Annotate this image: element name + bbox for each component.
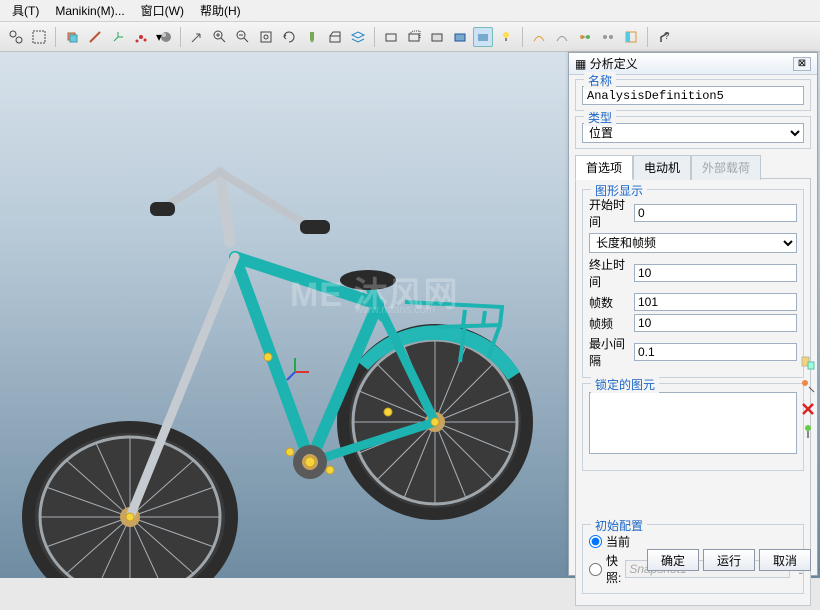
min-interval-input[interactable] <box>634 343 797 361</box>
joint1-icon[interactable] <box>575 27 595 47</box>
add-body-icon[interactable] <box>800 355 816 371</box>
remove-icon[interactable] <box>800 401 816 417</box>
zoomin-icon[interactable] <box>210 27 230 47</box>
radio-snapshot[interactable] <box>589 563 602 576</box>
marker-icon[interactable] <box>302 27 322 47</box>
bicycle-model <box>10 112 570 578</box>
rotate-icon[interactable] <box>279 27 299 47</box>
start-time-input[interactable] <box>634 204 797 222</box>
end-time-label: 终止时间 <box>589 256 630 290</box>
axis-icon[interactable] <box>85 27 105 47</box>
menu-window[interactable]: 窗口(W) <box>133 0 192 21</box>
graphic-display-label: 图形显示 <box>591 182 647 199</box>
enable-icon[interactable] <box>800 424 816 440</box>
csys-icon[interactable] <box>108 27 128 47</box>
radio-snapshot-label: 快照: <box>606 552 621 586</box>
panel-icon: ▦ <box>575 57 586 71</box>
radio-current-label: 当前 <box>606 533 630 550</box>
ok-button[interactable]: 确定 <box>647 549 699 571</box>
tab-external-load: 外部载荷 <box>691 155 761 180</box>
start-time-label: 开始时间 <box>589 196 630 230</box>
planes-icon[interactable] <box>62 27 82 47</box>
bulb-icon[interactable] <box>496 27 516 47</box>
stroke1-icon[interactable] <box>529 27 549 47</box>
hidden-icon[interactable] <box>404 27 424 47</box>
shaded-icon[interactable] <box>450 27 470 47</box>
menu-tools[interactable]: 具(T) <box>4 0 47 21</box>
fps-label: 帧频 <box>589 315 630 332</box>
select-icon[interactable] <box>29 27 49 47</box>
fit-icon[interactable] <box>256 27 276 47</box>
toolbar: ▾ ? <box>0 22 820 52</box>
toolopt-icon[interactable] <box>621 27 641 47</box>
analysis-definition-panel: ▦ 分析定义 ⊠ 名称 类型 位置 首选项 电动机 外部载荷 图形显示 开始时间 <box>568 52 818 576</box>
find-icon[interactable] <box>6 27 26 47</box>
frames-input[interactable] <box>634 293 797 311</box>
run-button[interactable]: 运行 <box>703 549 755 571</box>
shadededge-icon[interactable] <box>473 27 493 47</box>
sphere-icon[interactable]: ▾ <box>154 27 174 47</box>
min-interval-label: 最小间隔 <box>589 335 630 369</box>
panel-title-text: 分析定义 <box>590 55 638 72</box>
length-fps-select[interactable]: 长度和帧频 <box>589 233 797 253</box>
radio-current[interactable] <box>589 535 602 548</box>
panel-close-button[interactable]: ⊠ <box>793 57 811 71</box>
menu-help[interactable]: 帮助(H) <box>192 0 249 21</box>
svg-text:?: ? <box>664 31 670 42</box>
arrow-icon[interactable] <box>187 27 207 47</box>
point-icon[interactable] <box>131 27 151 47</box>
fps-input[interactable] <box>634 314 797 332</box>
menu-manikin[interactable]: Manikin(M)... <box>47 2 132 20</box>
zoomout-icon[interactable] <box>233 27 253 47</box>
name-group-label: 名称 <box>584 72 616 89</box>
initial-config-label: 初始配置 <box>591 517 647 534</box>
layers-icon[interactable] <box>348 27 368 47</box>
type-group-label: 类型 <box>584 109 616 126</box>
analysis-type-select[interactable]: 位置 <box>582 123 804 143</box>
locked-elements-toolbar <box>797 355 819 440</box>
joint2-icon[interactable] <box>598 27 618 47</box>
cancel-button[interactable]: 取消 <box>759 549 811 571</box>
add-point-icon[interactable] <box>800 378 816 394</box>
tab-preferences[interactable]: 首选项 <box>575 155 633 180</box>
frames-label: 帧数 <box>589 294 630 311</box>
tab-bar: 首选项 电动机 外部载荷 <box>575 154 811 179</box>
orient-icon[interactable] <box>325 27 345 47</box>
nohidden-icon[interactable] <box>427 27 447 47</box>
menu-bar: 具(T) Manikin(M)... 窗口(W) 帮助(H) <box>0 0 820 22</box>
stroke2-icon[interactable] <box>552 27 572 47</box>
wireframe-icon[interactable] <box>381 27 401 47</box>
locked-elements-list[interactable] <box>589 392 797 454</box>
help-icon[interactable]: ? <box>654 27 674 47</box>
locked-elements-label: 锁定的图元 <box>591 376 659 393</box>
tab-motor[interactable]: 电动机 <box>633 155 691 180</box>
end-time-input[interactable] <box>634 264 797 282</box>
